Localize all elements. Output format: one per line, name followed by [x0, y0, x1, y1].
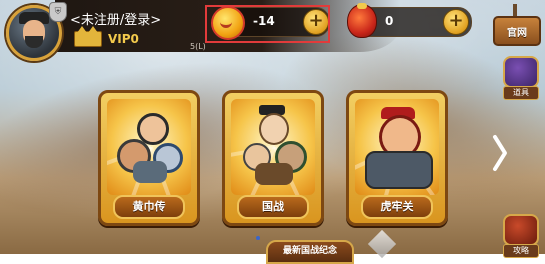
stage-card-nation-war[interactable]: 国战: [222, 90, 324, 226]
red-pouch-icon: [347, 3, 377, 38]
official-site-button[interactable]: 官网: [493, 4, 541, 46]
stage-card-title: 黄巾传: [113, 195, 185, 219]
officials-group-icon: [231, 99, 315, 195]
official-site-label: 官网: [493, 16, 541, 46]
shield-icon: ⛨: [49, 2, 67, 22]
crown-icon: [74, 26, 102, 47]
stage-card-hulao-pass[interactable]: 虎牢关: [346, 90, 448, 226]
stage-card-title: 虎牢关: [361, 195, 433, 219]
vip-level-label: VIP0: [108, 32, 139, 46]
avatar-beard: [25, 36, 43, 48]
armored-general-icon: [355, 99, 439, 195]
gold-highlight-box: [205, 5, 330, 43]
side-button-label: 攻略: [503, 244, 539, 258]
treasure-box-icon: [503, 56, 539, 88]
top-bar: ⛨ <未注册/登录> VIP0 5(L) -14 + 0 + 官网: [0, 0, 545, 61]
stage-card-yellow-turban[interactable]: 黄巾传: [98, 90, 200, 226]
stage-card-title: 国战: [237, 195, 309, 219]
next-page-arrow-icon[interactable]: [492, 134, 508, 172]
ingot-amount: 0: [385, 14, 394, 28]
side-button-guide[interactable]: 攻略: [503, 214, 539, 258]
warriors-group-icon: [107, 99, 191, 195]
scroll-book-icon: [503, 214, 539, 246]
bottom-event-banner[interactable]: 最新国战纪念: [266, 240, 354, 264]
player-sub-text: 5(L): [190, 42, 206, 51]
side-button-items[interactable]: 道具: [503, 56, 539, 100]
side-button-label: 道具: [503, 86, 539, 100]
vip-badge[interactable]: VIP0: [74, 26, 139, 47]
page-indicator-dot: [256, 236, 260, 240]
add-ingot-button[interactable]: +: [443, 9, 469, 35]
ingot-currency: 0 +: [347, 3, 472, 38]
